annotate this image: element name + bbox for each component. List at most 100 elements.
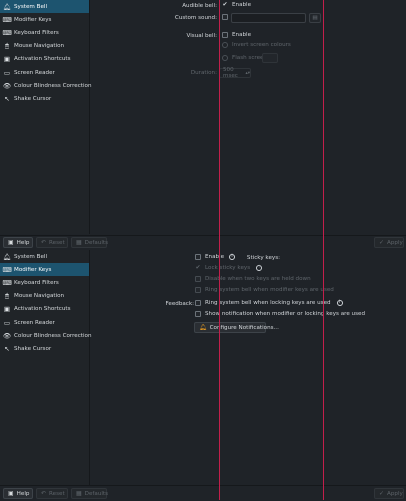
flash-color-swatch[interactable] [262,53,278,63]
disable-two-keys-checkbox[interactable]: Disable when two keys are held down [195,276,311,282]
sidebar-item-colour-blindness[interactable]: 👁︎ Colour Blindness Correction [0,329,92,342]
check-icon: ✔ [195,264,201,271]
sidebar-item-mouse-navigation[interactable]: 🖱︎ Mouse Navigation [0,290,89,303]
reset-button[interactable]: ↶ Reset [36,488,68,499]
ring-locking-keys-checkbox[interactable]: Ring system bell when locking keys are u… [195,300,343,306]
lock-sticky-keys-checkbox[interactable]: ✔ Lock sticky keys i [195,264,263,271]
screen-reader-icon: ▭ [3,68,11,77]
cursor-icon: ↖ [4,344,10,353]
eye-icon: 👁︎ [2,331,12,340]
flash-screen-radio[interactable]: Flash screen [222,55,267,61]
sidebar-item-label: Mouse Navigation [14,43,65,50]
defaults-icon: ▦ [76,490,82,497]
guide-line-right [323,0,324,500]
filter-icon: ⌨ [2,28,12,37]
browse-sound-button[interactable]: ▤ [309,13,321,23]
defaults-button[interactable]: ▦ Defaults [71,237,109,248]
checkbox-box [195,300,201,306]
chevron-icon: ▴▾ [245,70,250,76]
help-icon: ▣ [8,490,14,497]
sidebar-item-label: Keyboard Filters [14,29,59,36]
invert-screen-radio[interactable]: Invert screen colours [222,42,291,48]
sidebar-item-label: Colour Blindness Correction [14,332,92,339]
apply-icon: ✓ [379,239,385,246]
button-bar: ▣ Help ↶ Reset ▦ Defaults ✓ Apply [0,235,406,250]
info-icon[interactable]: i [256,265,263,271]
configure-notifications-button[interactable]: 🔔︎ Configure Notifications... [194,322,279,333]
mouse-icon: 🖱︎ [5,41,9,50]
filter-icon: ⌨ [2,278,12,287]
check-icon: ✔ [222,1,228,8]
checkbox-box [222,14,228,20]
defaults-button[interactable]: ▦ Defaults [71,488,108,499]
lock-sticky-keys-label: Lock sticky keys [205,265,251,271]
feedback-label: Feedback: [165,301,194,307]
sidebar-item-system-bell[interactable]: 🔔︎ System Bell [0,0,89,14]
visual-bell-enable-checkbox[interactable]: Enable [222,32,251,38]
sidebar-item-mouse-navigation[interactable]: 🖱︎ Mouse Navigation [0,40,89,53]
sidebar-item-keyboard-filters[interactable]: ⌨ Keyboard Filters [0,276,89,289]
show-notification-checkbox[interactable]: Show notification when modifier or locki… [195,311,365,317]
mouse-icon: 🖱︎ [5,291,9,300]
sidebar-item-screen-reader[interactable]: ▭ Screen Reader [0,66,89,79]
ring-modifier-used-checkbox[interactable]: Ring system bell when modifier keys are … [195,287,334,293]
guide-line-left [219,0,220,500]
sidebar-item-system-bell[interactable]: 🔔︎ System Bell [0,250,89,263]
audible-bell-enable-checkbox[interactable]: ✔ Enable [222,1,252,9]
eye-icon: 👁︎ [2,81,12,90]
radio-button [222,42,228,48]
sidebar-item-shake-cursor[interactable]: ↖ Shake Cursor [0,342,89,355]
audible-bell-enable-label: Enable [232,2,252,8]
sidebar-item-label: Modifier Keys [14,16,52,23]
cursor-icon: ↖ [4,94,10,103]
sidebar-item-label: System Bell [14,253,48,260]
apply-button[interactable]: ✓ Apply [374,237,404,248]
help-icon: ▣ [8,239,14,246]
sidebar: 🔔︎ System Bell ⌨ Modifier Keys ⌨ Keyboar… [0,250,92,485]
sidebar-item-label: System Bell [14,3,48,10]
sidebar-item-activation-shortcuts[interactable]: ▣ Activation Shortcuts [0,303,89,316]
sidebar-item-label: Colour Blindness Correction [14,82,92,89]
sidebar-item-keyboard-filters[interactable]: ⌨ Keyboard Filters [0,26,89,39]
apply-button[interactable]: ✓ Apply [374,488,404,499]
sidebar-item-modifier-keys[interactable]: ⌨ Modifier Keys [0,263,89,277]
help-button[interactable]: ▣ Help [3,237,33,248]
info-icon[interactable]: i [336,300,343,306]
ring-locking-keys-label: Ring system bell when locking keys are u… [205,300,331,306]
sidebar-item-activation-shortcuts[interactable]: ▣ Activation Shortcuts [0,53,89,66]
sticky-keys-enable-checkbox[interactable]: Enable i [195,254,236,260]
reset-label: Reset [49,490,65,497]
sidebar-item-screen-reader[interactable]: ▭ Screen Reader [0,316,89,329]
defaults-label: Defaults [84,239,109,246]
sidebar-item-label: Keyboard Filters [14,279,59,286]
reset-label: Reset [49,239,65,246]
help-button[interactable]: ▣ Help [3,488,33,499]
checkbox-box [195,254,201,260]
info-icon[interactable]: i [229,254,236,260]
sidebar-item-label: Activation Shortcuts [14,306,71,313]
bell-icon: 🔔︎ [2,2,12,11]
sidebar-item-colour-blindness[interactable]: 👁︎ Colour Blindness Correction [0,79,92,92]
sidebar-item-label: Screen Reader [14,69,55,76]
apply-label: Apply [387,239,403,246]
notification-bell-icon: 🔔︎ [199,324,207,331]
keyboard-icon: ⌨ [2,265,12,274]
sidebar: 🔔︎ System Bell ⌨ Modifier Keys ⌨ Keyboar… [0,0,92,234]
reset-button[interactable]: ↶ Reset [36,237,68,248]
disable-two-keys-label: Disable when two keys are held down [205,276,311,282]
checkbox-box [195,311,201,317]
sticky-keys-enable-label: Enable [205,254,225,260]
reset-icon: ↶ [41,490,47,497]
custom-sound-input[interactable] [231,13,306,23]
modifier-keys-pane: 🔔︎ System Bell ⌨ Modifier Keys ⌨ Keyboar… [0,250,406,501]
duration-label: Duration: [190,70,217,76]
help-label: Help [16,239,30,246]
duration-value: 500 msec [223,67,238,79]
duration-spinbox[interactable]: 500 msec ▴▾ [219,67,251,79]
shortcut-icon: ▣ [3,305,11,314]
checkbox-box [195,276,201,282]
sidebar-item-modifier-keys[interactable]: ⌨ Modifier Keys [0,13,89,26]
configure-notifications-label: Configure Notifications... [209,324,279,331]
sidebar-item-shake-cursor[interactable]: ↖ Shake Cursor [0,92,89,105]
sidebar-item-label: Mouse Navigation [14,293,65,300]
